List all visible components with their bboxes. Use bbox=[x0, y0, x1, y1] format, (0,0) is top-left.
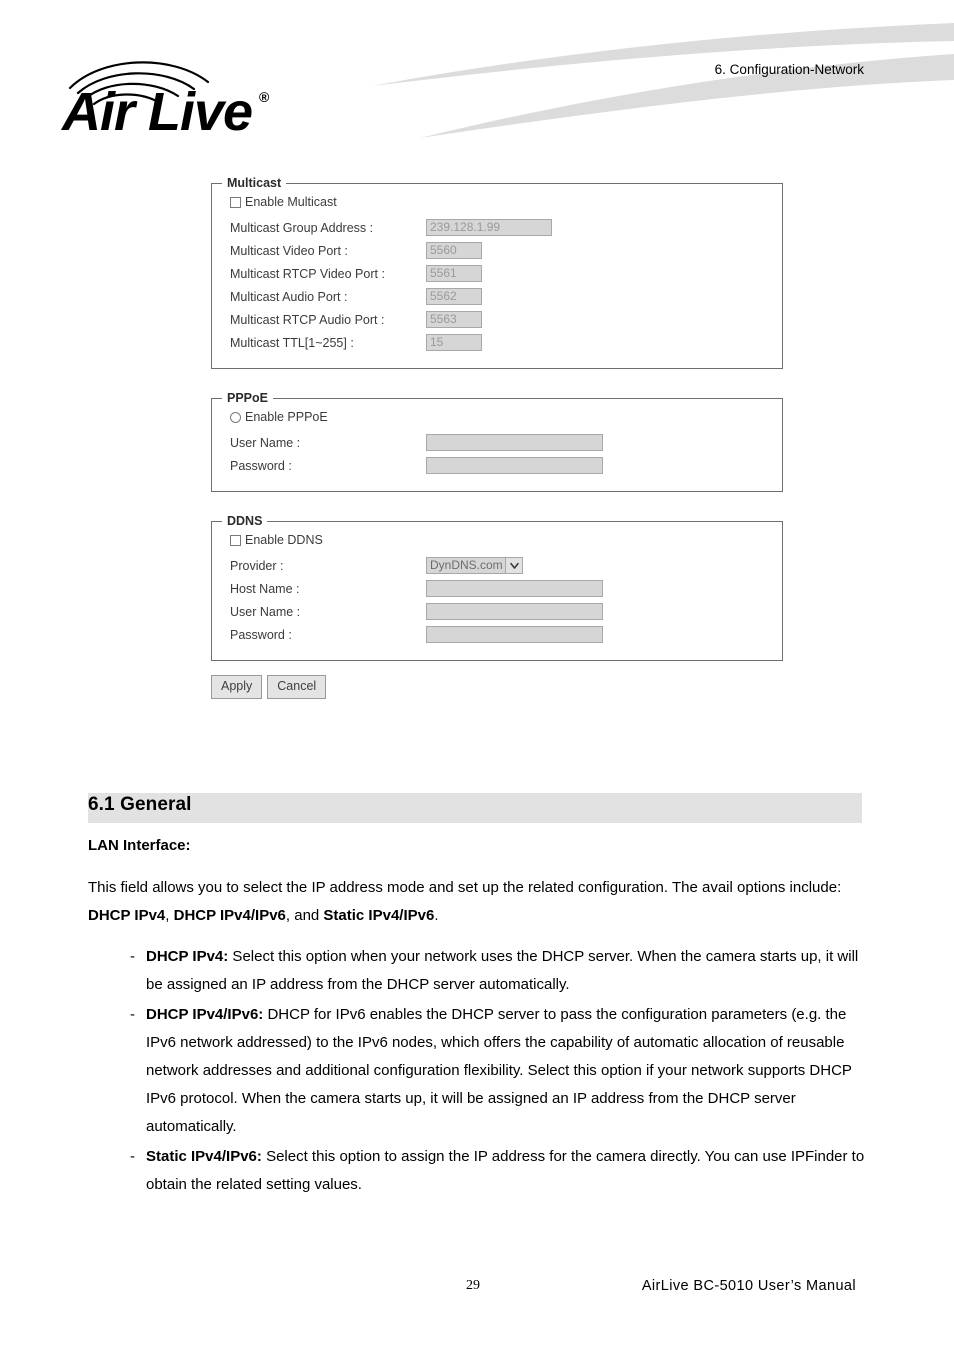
multicast-ttl-input[interactable]: 15 bbox=[426, 334, 482, 351]
pppoe-password-row: Password : bbox=[230, 454, 782, 477]
page-header: Air Live ® 6. Configuration-Network bbox=[0, 0, 954, 160]
multicast-rtcp-video-port-label: Multicast RTCP Video Port : bbox=[230, 266, 385, 281]
ddns-password-row: Password : bbox=[230, 623, 782, 646]
multicast-group-address-input[interactable]: 239.128.1.99 bbox=[426, 219, 552, 236]
option-dhcp-ipv4: DHCP IPv4 bbox=[88, 907, 166, 924]
multicast-rtcp-video-port-input[interactable]: 5561 bbox=[426, 265, 482, 282]
svg-text:Air: Air bbox=[60, 82, 138, 140]
enable-multicast-checkbox[interactable] bbox=[230, 196, 241, 208]
lan-interface-subheading: LAN Interface: bbox=[88, 837, 191, 854]
ddns-password-input[interactable] bbox=[426, 626, 603, 643]
section-heading-bar bbox=[88, 793, 862, 823]
intro-sep-1: , bbox=[165, 907, 174, 924]
pppoe-username-row: User Name : bbox=[230, 431, 782, 454]
multicast-rtcp-video-port-row: Multicast RTCP Video Port : 5561 bbox=[230, 262, 782, 285]
section-body: LAN Interface: This field allows you to … bbox=[88, 832, 878, 1201]
bullet-dash: - bbox=[130, 948, 135, 965]
apply-button[interactable]: Apply bbox=[211, 675, 263, 699]
multicast-group-address-row: Multicast Group Address : 239.128.1.99 bbox=[230, 216, 782, 239]
pppoe-password-input[interactable] bbox=[426, 457, 603, 474]
pppoe-password-label: Password : bbox=[230, 458, 292, 473]
chevron-down-icon[interactable] bbox=[506, 557, 523, 574]
intro-period: . bbox=[434, 907, 439, 924]
enable-multicast-row[interactable]: Enable Multicast bbox=[230, 192, 782, 212]
multicast-rtcp-audio-port-input[interactable]: 5563 bbox=[426, 311, 482, 328]
list-item: - Static IPv4/IPv6: Select this option to… bbox=[88, 1143, 878, 1199]
intro-line-2-prefix: The avail options include: bbox=[671, 879, 842, 896]
ddns-username-input[interactable] bbox=[426, 603, 603, 620]
bullet-term: DHCP IPv4: bbox=[146, 948, 229, 965]
pppoe-username-input[interactable] bbox=[426, 434, 603, 451]
document-page: Air Live ® 6. Configuration-Network Mult… bbox=[0, 0, 954, 1350]
multicast-video-port-row: Multicast Video Port : 5560 bbox=[230, 239, 782, 262]
list-item: - DHCP IPv4: Select this option when your… bbox=[88, 943, 878, 999]
enable-pppoe-label: Enable PPPoE bbox=[245, 410, 328, 424]
network-settings-screenshot: Multicast Enable Multicast Multicast Gro… bbox=[211, 176, 783, 732]
ddns-provider-select[interactable]: DynDNS.com bbox=[426, 557, 523, 574]
page-title: 6.1 General bbox=[88, 794, 192, 815]
enable-multicast-label: Enable Multicast bbox=[245, 195, 337, 209]
ddns-username-row: User Name : bbox=[230, 600, 782, 623]
multicast-video-port-label: Multicast Video Port : bbox=[230, 243, 348, 258]
ddns-password-label: Password : bbox=[230, 627, 292, 642]
pppoe-legend: PPPoE bbox=[227, 391, 268, 405]
multicast-legend: Multicast bbox=[227, 176, 282, 190]
enable-ddns-row[interactable]: Enable DDNS bbox=[230, 530, 782, 550]
bullet-text: DHCP for IPv6 enables the DHCP server to… bbox=[146, 1006, 852, 1135]
ddns-username-label: User Name : bbox=[230, 604, 301, 619]
ddns-hostname-row: Host Name : bbox=[230, 577, 782, 600]
airlive-logo: Air Live ® bbox=[56, 58, 296, 140]
enable-pppoe-radio[interactable] bbox=[230, 411, 241, 423]
multicast-ttl-label: Multicast TTL[1~255] : bbox=[230, 335, 354, 350]
enable-ddns-checkbox[interactable] bbox=[230, 534, 241, 546]
multicast-group-address-label: Multicast Group Address : bbox=[230, 220, 374, 235]
intro-sep-2: , and bbox=[285, 907, 324, 924]
bullet-term: Static IPv4/IPv6: bbox=[146, 1148, 262, 1165]
page-number: 29 bbox=[466, 1278, 480, 1293]
cancel-button[interactable]: Cancel bbox=[267, 675, 327, 699]
multicast-audio-port-label: Multicast Audio Port : bbox=[230, 289, 348, 304]
svg-text:®: ® bbox=[259, 89, 270, 105]
pppoe-group: PPPoE Enable PPPoE User Name : Password … bbox=[211, 391, 783, 492]
ddns-provider-label: Provider : bbox=[230, 558, 284, 573]
bullet-dash: - bbox=[130, 1006, 135, 1023]
page-footer: 29 AirLive BC-5010 User’s Manual bbox=[0, 1278, 954, 1308]
bullet-dash: - bbox=[130, 1148, 135, 1165]
multicast-ttl-row: Multicast TTL[1~255] : 15 bbox=[230, 331, 782, 354]
multicast-audio-port-row: Multicast Audio Port : 5562 bbox=[230, 285, 782, 308]
ddns-provider-value: DynDNS.com bbox=[426, 557, 506, 574]
ddns-legend: DDNS bbox=[227, 514, 263, 528]
manual-title: AirLive BC-5010 User’s Manual bbox=[641, 1278, 856, 1294]
ddns-provider-row: Provider : DynDNS.com bbox=[230, 554, 782, 577]
multicast-audio-port-input[interactable]: 5562 bbox=[426, 288, 482, 305]
multicast-rtcp-audio-port-label: Multicast RTCP Audio Port : bbox=[230, 312, 385, 327]
breadcrumb: 6. Configuration-Network bbox=[714, 62, 864, 77]
multicast-video-port-input[interactable]: 5560 bbox=[426, 242, 482, 259]
pppoe-username-label: User Name : bbox=[230, 435, 301, 450]
multicast-rtcp-audio-port-row: Multicast RTCP Audio Port : 5563 bbox=[230, 308, 782, 331]
ddns-hostname-input[interactable] bbox=[426, 580, 603, 597]
bullet-text: Select this option when your network use… bbox=[146, 948, 859, 993]
ddns-hostname-label: Host Name : bbox=[230, 581, 300, 596]
ddns-group: DDNS Enable DDNS Provider : DynDNS.com H… bbox=[211, 514, 783, 661]
multicast-group: Multicast Enable Multicast Multicast Gro… bbox=[211, 176, 783, 369]
option-list: - DHCP IPv4: Select this option when your… bbox=[88, 943, 878, 1199]
list-item: - DHCP IPv4/IPv6: DHCP for IPv6 enables t… bbox=[88, 1001, 878, 1141]
intro-line-1: This field allows you to select the IP a… bbox=[88, 879, 669, 896]
svg-text:Live: Live bbox=[148, 82, 252, 140]
option-dhcp-ipv4-ipv6: DHCP IPv4/IPv6 bbox=[173, 907, 286, 924]
bullet-term: DHCP IPv4/IPv6: bbox=[146, 1006, 264, 1023]
enable-ddns-label: Enable DDNS bbox=[245, 533, 323, 547]
form-actions: Apply Cancel bbox=[211, 675, 783, 699]
option-static-ipv4-ipv6: Static IPv4/IPv6 bbox=[323, 907, 435, 924]
enable-pppoe-row[interactable]: Enable PPPoE bbox=[230, 407, 782, 427]
intro-paragraph: This field allows you to select the IP a… bbox=[88, 874, 878, 930]
